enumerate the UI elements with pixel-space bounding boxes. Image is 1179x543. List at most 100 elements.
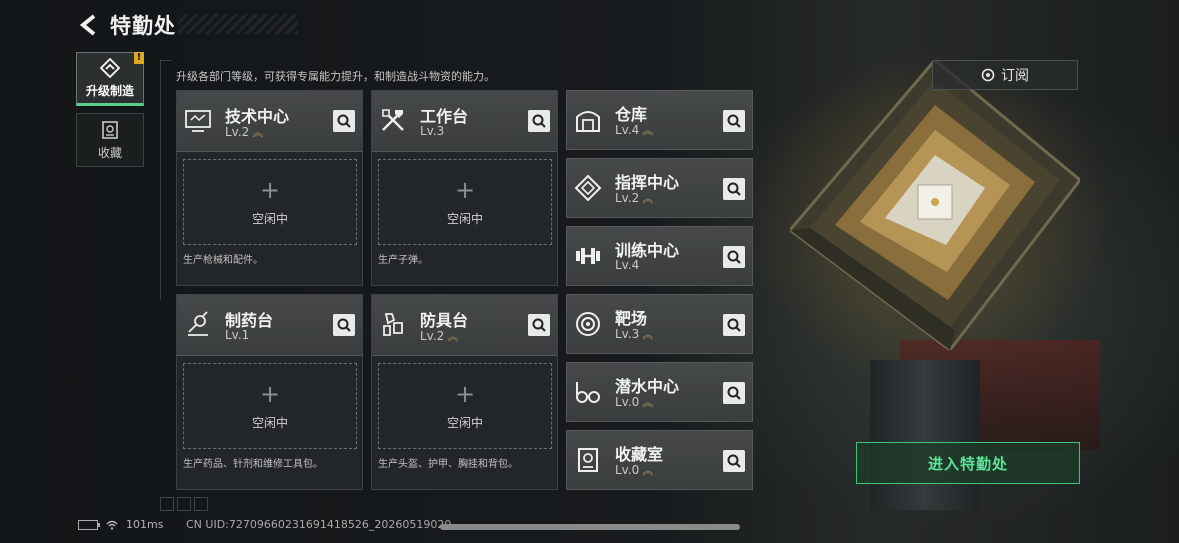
slot-status: 空闲中 [251, 416, 288, 430]
facility-card-shooting-range[interactable]: 靶场 Lv.3 ︽ [566, 294, 753, 354]
page-title: 特勤处 [110, 14, 176, 38]
magnifier-icon[interactable] [723, 450, 745, 472]
magnifier-icon[interactable] [723, 382, 745, 404]
card-header: 技术中心 Lv.2 ︽ [177, 91, 362, 152]
background-pillar [870, 360, 980, 510]
add-icon: + [454, 380, 476, 408]
divider [160, 60, 161, 300]
card-level: Lv.1 [225, 328, 249, 342]
card-level: Lv.3 [420, 124, 444, 138]
tech-center-icon [185, 110, 211, 132]
card-level: Lv.4 [615, 258, 639, 272]
subscribe-button[interactable]: 订阅 [932, 60, 1078, 90]
level-text: Lv.3 [615, 327, 640, 341]
facility-card-warehouse[interactable]: 仓库 Lv.4 ︽ [566, 90, 753, 150]
alert-badge: ! [134, 52, 144, 64]
level-text: Lv.4 [615, 123, 640, 137]
magnifier-icon[interactable] [333, 110, 355, 132]
card-level: Lv.2 ︽ [615, 190, 653, 206]
card-level: Lv.2 ︽ [225, 124, 263, 140]
facility-card-diving-center[interactable]: 潜水中心 Lv.0 ︽ [566, 362, 753, 422]
magnifier-icon[interactable] [528, 314, 550, 336]
magnifier-icon[interactable] [723, 110, 745, 132]
battery-icon [78, 519, 100, 530]
shooting-range-icon [576, 312, 600, 336]
back-arrow-icon[interactable] [78, 14, 100, 36]
workshop-card-pharmacy[interactable]: 制药台 Lv.1 + 空闲中 生产药品、针剂和维修工具包。 [176, 294, 363, 490]
subscribe-label: 订阅 [1001, 68, 1029, 84]
collection-room-icon [578, 448, 598, 472]
card-note: 生产枪械和配件。 [183, 255, 263, 266]
sidebar-item-upgrade[interactable]: 升级制造 ! [76, 52, 144, 106]
slot-status: 空闲中 [446, 416, 483, 430]
workshop-card-workbench[interactable]: 工作台 Lv.3 + 空闲中 生产子弹。 [371, 90, 558, 286]
divider [160, 60, 172, 61]
wifi-icon [106, 520, 118, 530]
slot-status: 空闲中 [251, 212, 288, 226]
workshop-card-armor-bench[interactable]: 防具台 Lv.2 ︽ + 空闲中 生产头盔、护甲、胸挂和背包。 [371, 294, 558, 490]
level-text: Lv.2 [225, 125, 250, 139]
facility-card-command-center[interactable]: 指挥中心 Lv.2 ︽ [566, 158, 753, 218]
workshop-card-tech-center[interactable]: 技术中心 Lv.2 ︽ + 空闲中 生产枪械和配件。 [176, 90, 363, 286]
armor-bench-icon [383, 313, 403, 336]
magnifier-icon[interactable] [723, 246, 745, 268]
production-slot[interactable]: + 空闲中 [183, 159, 357, 245]
facility-card-collection-room[interactable]: 收藏室 Lv.0 ︽ [566, 430, 753, 490]
card-level: Lv.0 ︽ [615, 394, 653, 410]
title-decoration [178, 14, 298, 34]
subscribe-icon [981, 68, 995, 82]
level-chevron-icon: ︽ [642, 464, 653, 477]
production-slot[interactable]: + 空闲中 [378, 363, 552, 449]
slot-status: 空闲中 [446, 212, 483, 226]
card-level: Lv.0 ︽ [615, 462, 653, 478]
decorative-squares [160, 497, 208, 511]
level-chevron-icon: ︽ [447, 330, 458, 343]
card-level: Lv.2 ︽ [420, 328, 458, 344]
pharmacy-icon [188, 311, 208, 336]
section-description: 升级各部门等级，可获得专属能力提升，和制造战斗物资的能力。 [176, 70, 495, 83]
upgrade-icon [100, 57, 120, 78]
level-chevron-icon: ︽ [642, 192, 653, 205]
home-indicator[interactable] [440, 524, 740, 530]
ping-text: 101ms [126, 518, 164, 531]
warehouse-icon [576, 111, 600, 132]
level-chevron-icon: ︽ [642, 396, 653, 409]
level-chevron-icon: ︽ [642, 328, 653, 341]
level-chevron-icon: ︽ [642, 124, 653, 137]
level-text: Lv.0 [615, 395, 640, 409]
card-note: 生产药品、针剂和维修工具包。 [183, 459, 323, 470]
magnifier-icon[interactable] [333, 314, 355, 336]
level-text: Lv.3 [420, 124, 445, 138]
sidebar-item-label: 升级制造 [85, 83, 134, 98]
card-level: Lv.4 ︽ [615, 122, 653, 138]
central-cube-illustration [790, 60, 1080, 350]
card-header: 工作台 Lv.3 [372, 91, 557, 152]
card-header: 防具台 Lv.2 ︽ [372, 295, 557, 356]
collection-icon [102, 120, 118, 139]
add-icon: + [259, 176, 281, 204]
card-note: 生产子弹。 [378, 255, 428, 266]
card-level: Lv.3 ︽ [615, 326, 653, 342]
status-bar: 101ms [78, 518, 163, 531]
production-slot[interactable]: + 空闲中 [183, 363, 357, 449]
add-icon: + [259, 380, 281, 408]
magnifier-icon[interactable] [723, 314, 745, 336]
uid-text: CN UID:7270966023169141852​6_20260519020 [186, 518, 452, 531]
level-text: Lv.2 [615, 191, 640, 205]
diving-center-icon [576, 382, 600, 403]
training-center-icon [576, 248, 600, 264]
card-note: 生产头盔、护甲、胸挂和背包。 [378, 459, 518, 470]
card-header: 制药台 Lv.1 [177, 295, 362, 356]
magnifier-icon[interactable] [528, 110, 550, 132]
sidebar-item-label: 收藏 [97, 145, 122, 160]
level-text: Lv.1 [225, 328, 250, 342]
add-icon: + [454, 176, 476, 204]
magnifier-icon[interactable] [723, 178, 745, 200]
level-text: Lv.0 [615, 463, 640, 477]
workbench-icon [382, 109, 404, 131]
sidebar-item-collection[interactable]: 收藏 [76, 113, 144, 167]
enter-special-ops-button[interactable]: 进入特勤处 [856, 442, 1080, 484]
production-slot[interactable]: + 空闲中 [378, 159, 552, 245]
command-center-icon [574, 174, 602, 202]
facility-card-training-center[interactable]: 训练中心 Lv.4 [566, 226, 753, 286]
